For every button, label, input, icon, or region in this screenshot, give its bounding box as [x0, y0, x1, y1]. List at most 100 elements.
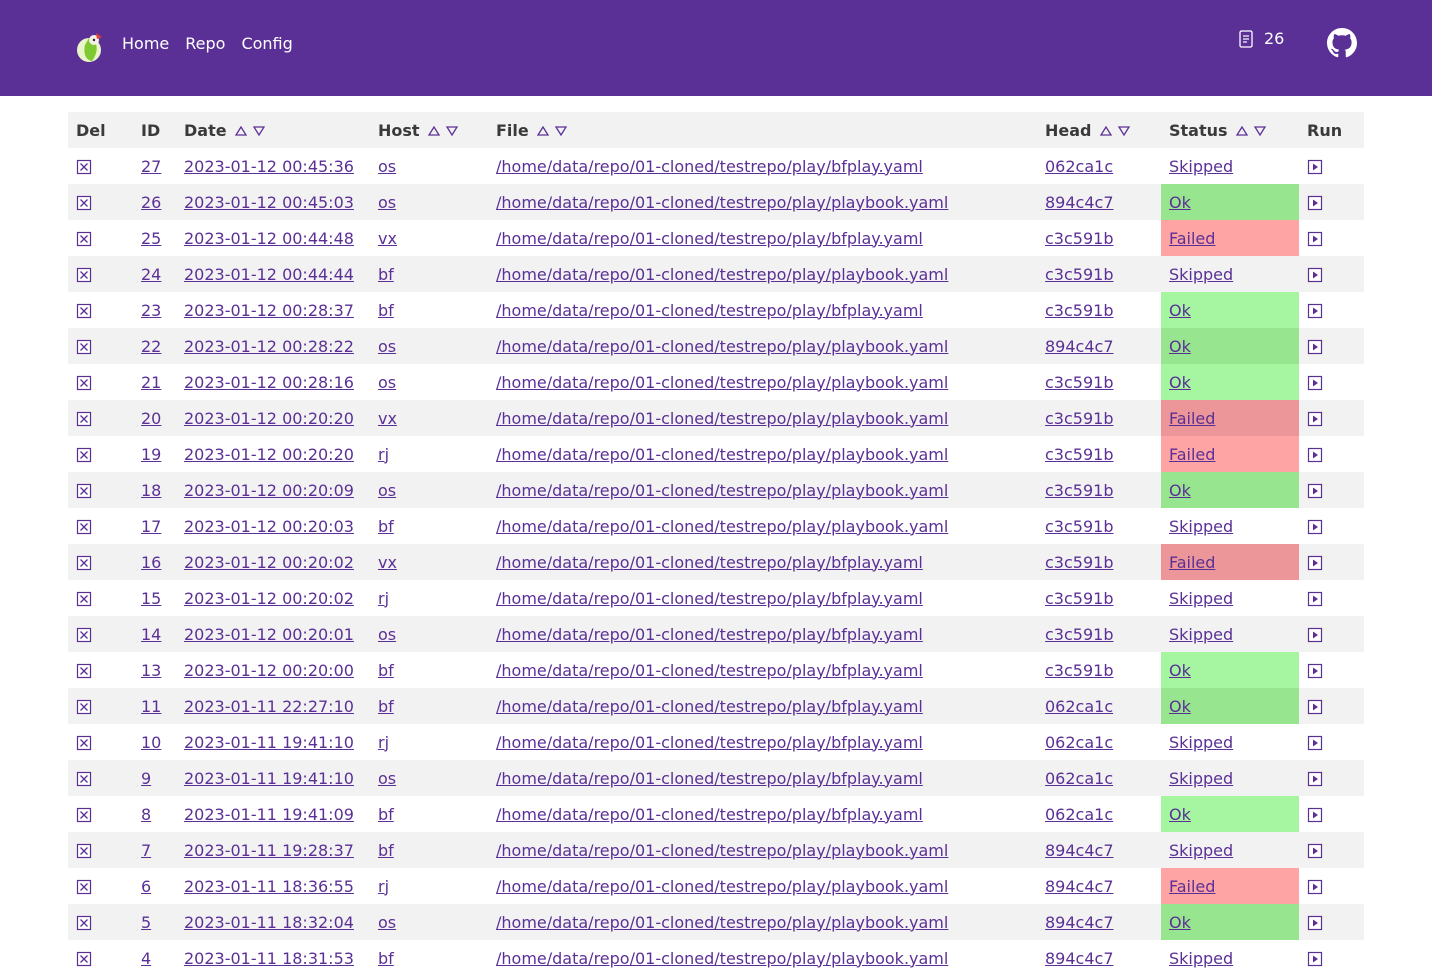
- run-id-link[interactable]: 21: [141, 373, 161, 392]
- file-link[interactable]: /home/data/repo/01-cloned/testrepo/play/…: [496, 733, 923, 752]
- delete-icon[interactable]: [76, 411, 92, 427]
- file-link[interactable]: /home/data/repo/01-cloned/testrepo/play/…: [496, 697, 923, 716]
- file-link[interactable]: /home/data/repo/01-cloned/testrepo/play/…: [496, 517, 948, 536]
- status-link[interactable]: Ok: [1169, 805, 1191, 824]
- run-id-link[interactable]: 22: [141, 337, 161, 356]
- run-id-link[interactable]: 24: [141, 265, 161, 284]
- nav-repo-link[interactable]: Repo: [185, 34, 225, 53]
- play-icon[interactable]: [1307, 879, 1323, 895]
- host-link[interactable]: vx: [378, 409, 397, 428]
- play-icon[interactable]: [1307, 699, 1323, 715]
- status-link[interactable]: Skipped: [1169, 265, 1233, 284]
- play-icon[interactable]: [1307, 735, 1323, 751]
- delete-icon[interactable]: [76, 879, 92, 895]
- delete-icon[interactable]: [76, 771, 92, 787]
- github-icon[interactable]: [1327, 28, 1357, 58]
- commit-link[interactable]: 894c4c7: [1045, 841, 1114, 860]
- play-icon[interactable]: [1307, 375, 1323, 391]
- delete-icon[interactable]: [76, 591, 92, 607]
- file-link[interactable]: /home/data/repo/01-cloned/testrepo/play/…: [496, 625, 923, 644]
- status-link[interactable]: Skipped: [1169, 841, 1233, 860]
- file-link[interactable]: /home/data/repo/01-cloned/testrepo/play/…: [496, 661, 923, 680]
- run-counter[interactable]: 26: [1238, 29, 1284, 48]
- file-link[interactable]: /home/data/repo/01-cloned/testrepo/play/…: [496, 301, 923, 320]
- commit-link[interactable]: 894c4c7: [1045, 913, 1114, 932]
- status-link[interactable]: Skipped: [1169, 589, 1233, 608]
- delete-icon[interactable]: [76, 915, 92, 931]
- host-link[interactable]: rj: [378, 733, 389, 752]
- commit-link[interactable]: c3c591b: [1045, 445, 1113, 464]
- commit-link[interactable]: 062ca1c: [1045, 157, 1113, 176]
- sort-desc-icon[interactable]: [554, 126, 567, 136]
- play-icon[interactable]: [1307, 843, 1323, 859]
- file-link[interactable]: /home/data/repo/01-cloned/testrepo/play/…: [496, 553, 923, 572]
- status-link[interactable]: Failed: [1169, 877, 1215, 896]
- play-icon[interactable]: [1307, 771, 1323, 787]
- host-link[interactable]: bf: [378, 805, 394, 824]
- run-date-link[interactable]: 2023-01-11 19:28:37: [184, 841, 354, 860]
- commit-link[interactable]: c3c591b: [1045, 229, 1113, 248]
- nav-config-link[interactable]: Config: [241, 34, 292, 53]
- status-link[interactable]: Ok: [1169, 301, 1191, 320]
- commit-link[interactable]: c3c591b: [1045, 481, 1113, 500]
- sort-desc-icon[interactable]: [252, 126, 265, 136]
- host-link[interactable]: bf: [378, 517, 394, 536]
- commit-link[interactable]: c3c591b: [1045, 553, 1113, 572]
- run-id-link[interactable]: 4: [141, 949, 151, 968]
- sort-asc-icon[interactable]: [234, 126, 247, 136]
- run-date-link[interactable]: 2023-01-12 00:28:22: [184, 337, 354, 356]
- status-link[interactable]: Skipped: [1169, 625, 1233, 644]
- host-link[interactable]: rj: [378, 877, 389, 896]
- delete-icon[interactable]: [76, 231, 92, 247]
- commit-link[interactable]: 062ca1c: [1045, 733, 1113, 752]
- status-link[interactable]: Ok: [1169, 913, 1191, 932]
- play-icon[interactable]: [1307, 303, 1323, 319]
- commit-link[interactable]: c3c591b: [1045, 301, 1113, 320]
- delete-icon[interactable]: [76, 807, 92, 823]
- run-id-link[interactable]: 19: [141, 445, 161, 464]
- run-date-link[interactable]: 2023-01-12 00:20:02: [184, 553, 354, 572]
- sort-desc-icon[interactable]: [445, 126, 458, 136]
- delete-icon[interactable]: [76, 519, 92, 535]
- file-link[interactable]: /home/data/repo/01-cloned/testrepo/play/…: [496, 265, 948, 284]
- bird-logo-icon[interactable]: [74, 30, 108, 64]
- commit-link[interactable]: c3c591b: [1045, 661, 1113, 680]
- delete-icon[interactable]: [76, 447, 92, 463]
- run-date-link[interactable]: 2023-01-11 19:41:10: [184, 733, 354, 752]
- nav-home-link[interactable]: Home: [122, 34, 169, 53]
- file-link[interactable]: /home/data/repo/01-cloned/testrepo/play/…: [496, 589, 923, 608]
- commit-link[interactable]: 894c4c7: [1045, 193, 1114, 212]
- run-date-link[interactable]: 2023-01-11 19:41:10: [184, 769, 354, 788]
- commit-link[interactable]: 062ca1c: [1045, 769, 1113, 788]
- status-link[interactable]: Skipped: [1169, 157, 1233, 176]
- file-link[interactable]: /home/data/repo/01-cloned/testrepo/play/…: [496, 229, 923, 248]
- play-icon[interactable]: [1307, 555, 1323, 571]
- sort-asc-icon[interactable]: [1235, 126, 1248, 136]
- file-link[interactable]: /home/data/repo/01-cloned/testrepo/play/…: [496, 157, 923, 176]
- status-link[interactable]: Ok: [1169, 481, 1191, 500]
- host-link[interactable]: bf: [378, 841, 394, 860]
- run-date-link[interactable]: 2023-01-12 00:44:44: [184, 265, 354, 284]
- run-date-link[interactable]: 2023-01-12 00:20:20: [184, 445, 354, 464]
- run-id-link[interactable]: 18: [141, 481, 161, 500]
- run-id-link[interactable]: 6: [141, 877, 151, 896]
- file-link[interactable]: /home/data/repo/01-cloned/testrepo/play/…: [496, 769, 923, 788]
- status-link[interactable]: Skipped: [1169, 517, 1233, 536]
- sort-asc-icon[interactable]: [427, 126, 440, 136]
- run-date-link[interactable]: 2023-01-12 00:20:02: [184, 589, 354, 608]
- run-id-link[interactable]: 13: [141, 661, 161, 680]
- run-date-link[interactable]: 2023-01-12 00:20:00: [184, 661, 354, 680]
- host-link[interactable]: os: [378, 769, 396, 788]
- delete-icon[interactable]: [76, 663, 92, 679]
- delete-icon[interactable]: [76, 555, 92, 571]
- commit-link[interactable]: 062ca1c: [1045, 697, 1113, 716]
- file-link[interactable]: /home/data/repo/01-cloned/testrepo/play/…: [496, 193, 948, 212]
- host-link[interactable]: os: [378, 373, 396, 392]
- run-date-link[interactable]: 2023-01-12 00:45:36: [184, 157, 354, 176]
- host-link[interactable]: os: [378, 913, 396, 932]
- status-link[interactable]: Failed: [1169, 445, 1215, 464]
- commit-link[interactable]: c3c591b: [1045, 373, 1113, 392]
- status-link[interactable]: Ok: [1169, 193, 1191, 212]
- commit-link[interactable]: c3c591b: [1045, 589, 1113, 608]
- sort-asc-icon[interactable]: [1099, 126, 1112, 136]
